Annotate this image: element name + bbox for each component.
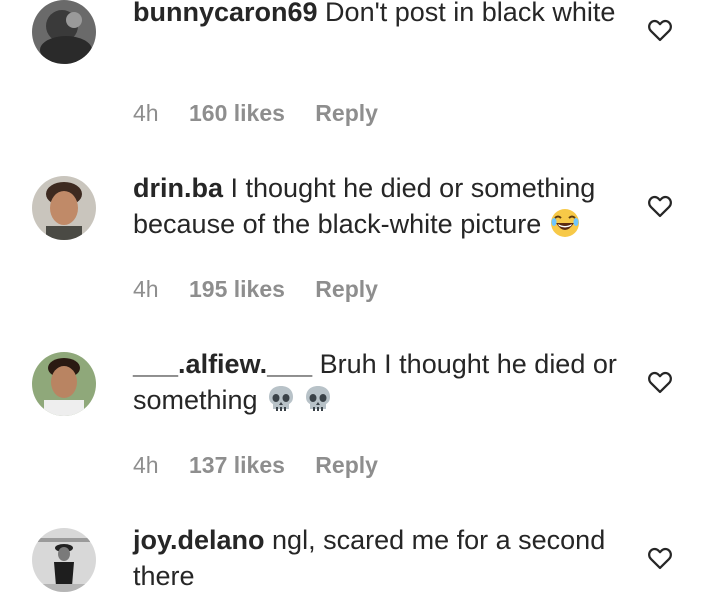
- likes-count[interactable]: 160 likes: [189, 100, 285, 127]
- comment-text: joy.delano ngl, scared me for a second t…: [133, 522, 623, 594]
- username-link[interactable]: joy.delano: [133, 525, 265, 555]
- comment-meta: 4h 137 likes Reply: [133, 452, 378, 479]
- likes-count[interactable]: 195 likes: [189, 276, 285, 303]
- avatar[interactable]: [32, 176, 96, 240]
- username-link[interactable]: ___.alfiew.___: [133, 349, 312, 379]
- heart-outline-icon[interactable]: [646, 192, 674, 220]
- avatar[interactable]: [32, 352, 96, 416]
- reply-button[interactable]: Reply: [315, 276, 378, 303]
- comment-item: joy.delano ngl, scared me for a second t…: [0, 525, 720, 610]
- username-link[interactable]: bunnycaron69: [133, 0, 318, 27]
- timestamp: 4h: [133, 452, 159, 478]
- likes-count[interactable]: 137 likes: [189, 452, 285, 479]
- comment-meta: 4h 195 likes Reply: [133, 276, 378, 303]
- skull-emoji-icon: [306, 386, 331, 411]
- comment-text: ___.alfiew.___ Bruh I thought he died or…: [133, 346, 623, 418]
- laughing-emoji-icon: [550, 209, 579, 237]
- avatar[interactable]: [32, 528, 96, 592]
- heart-outline-icon[interactable]: [646, 368, 674, 396]
- comment-item: bunnycaron69 Don't post in black white 4…: [0, 0, 720, 176]
- username-link[interactable]: drin.ba: [133, 173, 223, 203]
- comment-item: ___.alfiew.___ Bruh I thought he died or…: [0, 349, 720, 528]
- comment-body: Don't post in black white: [317, 0, 616, 27]
- comment-text: bunnycaron69 Don't post in black white: [133, 0, 623, 30]
- comment-item: drin.ba I thought he died or something b…: [0, 173, 720, 352]
- heart-outline-icon[interactable]: [646, 544, 674, 572]
- skull-emoji-icon: [269, 386, 294, 411]
- reply-button[interactable]: Reply: [315, 100, 378, 127]
- comment-text: drin.ba I thought he died or something b…: [133, 170, 623, 242]
- comment-meta: 4h 160 likes Reply: [133, 100, 378, 127]
- reply-button[interactable]: Reply: [315, 452, 378, 479]
- timestamp: 4h: [133, 276, 159, 302]
- heart-outline-icon[interactable]: [646, 16, 674, 44]
- avatar[interactable]: [32, 0, 96, 64]
- timestamp: 4h: [133, 100, 159, 126]
